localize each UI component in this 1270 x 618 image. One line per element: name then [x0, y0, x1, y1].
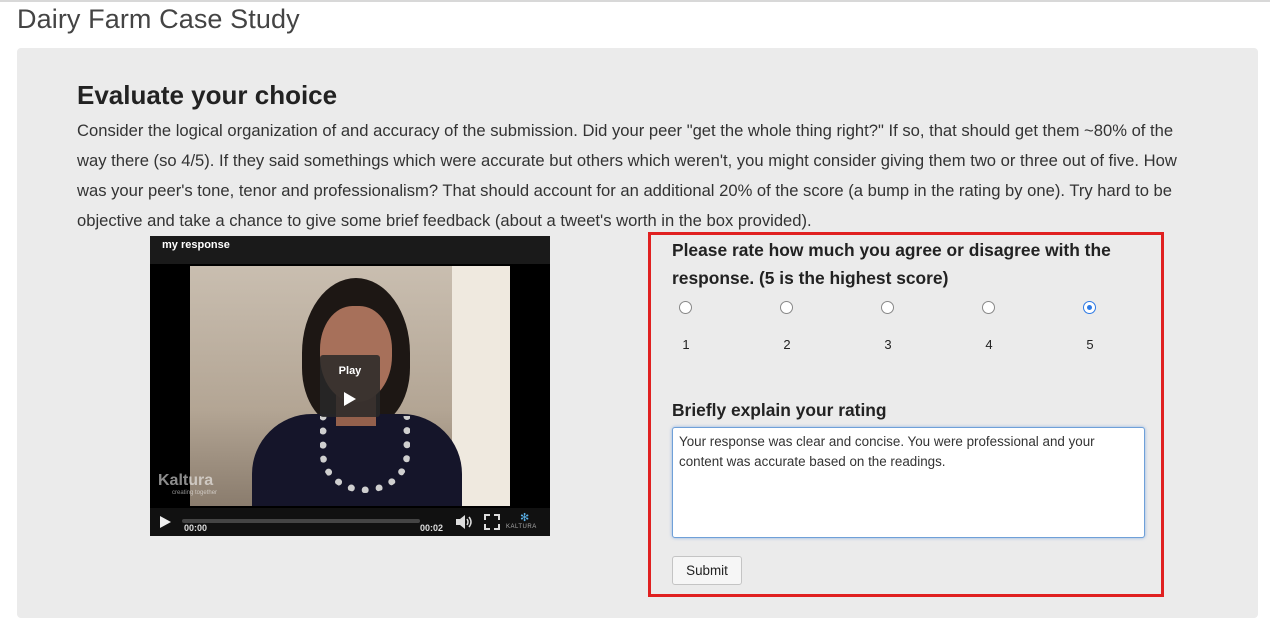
duration-time: 00:02 — [420, 523, 444, 533]
player-title: my response — [162, 239, 230, 251]
kaltura-watermark-logo: Kaltura creating together — [158, 472, 218, 496]
rating-radio-3[interactable] — [881, 301, 894, 314]
submit-button[interactable]: Submit — [672, 556, 742, 585]
explanation-label: Briefly explain your rating — [672, 400, 887, 420]
current-time: 00:00 — [184, 523, 208, 533]
play-icon — [344, 392, 356, 406]
big-play-button[interactable]: Play — [320, 355, 380, 417]
instructions-text: Consider the logical organization of and… — [77, 121, 1177, 230]
rating-label-2: 2 — [783, 337, 791, 352]
player-controls: 00:00 00:02 ✻ KALTURA — [150, 508, 550, 536]
rating-label-5: 5 — [1086, 337, 1094, 352]
player-title-bar: my response — [150, 236, 550, 264]
kaltura-star-icon: ✻ — [520, 512, 530, 524]
explanation-textarea[interactable]: Your response was clear and concise. You… — [672, 427, 1145, 538]
kaltura-mini-logo[interactable]: ✻ KALTURA — [506, 511, 546, 533]
volume-icon[interactable] — [456, 515, 474, 529]
rating-label-3: 3 — [884, 337, 892, 352]
rating-radio-2[interactable] — [780, 301, 793, 314]
page-title: Dairy Farm Case Study — [17, 4, 300, 34]
play-pause-icon[interactable] — [160, 516, 171, 528]
video-person-necklace — [320, 416, 410, 493]
play-label: Play — [338, 365, 362, 377]
section-heading: Evaluate your choice — [77, 80, 338, 110]
rating-label-4: 4 — [985, 337, 993, 352]
seek-bar[interactable] — [182, 519, 420, 523]
rating-radio-5[interactable] — [1083, 301, 1096, 314]
rating-radio-1[interactable] — [679, 301, 692, 314]
rating-label-1: 1 — [682, 337, 690, 352]
fullscreen-icon[interactable] — [484, 514, 500, 530]
rating-question: Please rate how much you agree or disagr… — [672, 240, 1111, 288]
rating-radio-4[interactable] — [982, 301, 995, 314]
video-player[interactable]: my response Play Kaltura creating togeth… — [150, 236, 550, 536]
